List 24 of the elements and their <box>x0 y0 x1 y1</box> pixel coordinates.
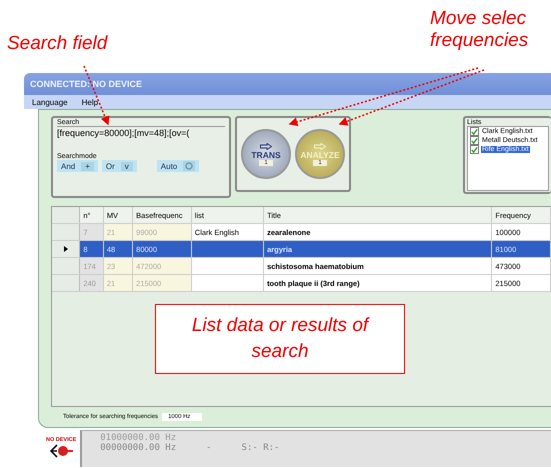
mode-button[interactable]: And + <box>57 160 98 172</box>
checkbox[interactable] <box>470 127 479 136</box>
annotation-text: Move selec <box>430 8 528 30</box>
arrow-icon <box>314 142 326 150</box>
checkbox[interactable] <box>470 136 479 145</box>
menu-item[interactable]: Language <box>32 98 68 106</box>
display-text: 00000000.00 Hz <box>100 442 176 452</box>
circle-icon <box>183 161 196 171</box>
mode-button[interactable]: Auto <box>156 160 200 172</box>
arrow-icon <box>260 142 272 150</box>
display-text: 01000000.00 Hz <box>100 432 178 442</box>
row-header[interactable] <box>52 241 80 257</box>
plug-icon <box>49 443 74 459</box>
annotation-callout: List data or results of search <box>155 304 405 374</box>
row-pointer-icon <box>64 246 68 252</box>
checkbox[interactable] <box>470 145 479 154</box>
annotation-text: Search field <box>7 33 108 55</box>
display-text: S:- R:- <box>242 442 280 452</box>
mode-button[interactable]: Or v <box>102 160 137 172</box>
search-field[interactable]: [frequency=80000];[mv=48];[ov=( <box>57 126 225 139</box>
display-text: - <box>206 442 212 452</box>
window-title: CONNECTED: NO DEVICE <box>30 79 142 89</box>
menu-item[interactable]: Help <box>82 98 98 106</box>
annotation-text: frequencies <box>430 30 528 52</box>
